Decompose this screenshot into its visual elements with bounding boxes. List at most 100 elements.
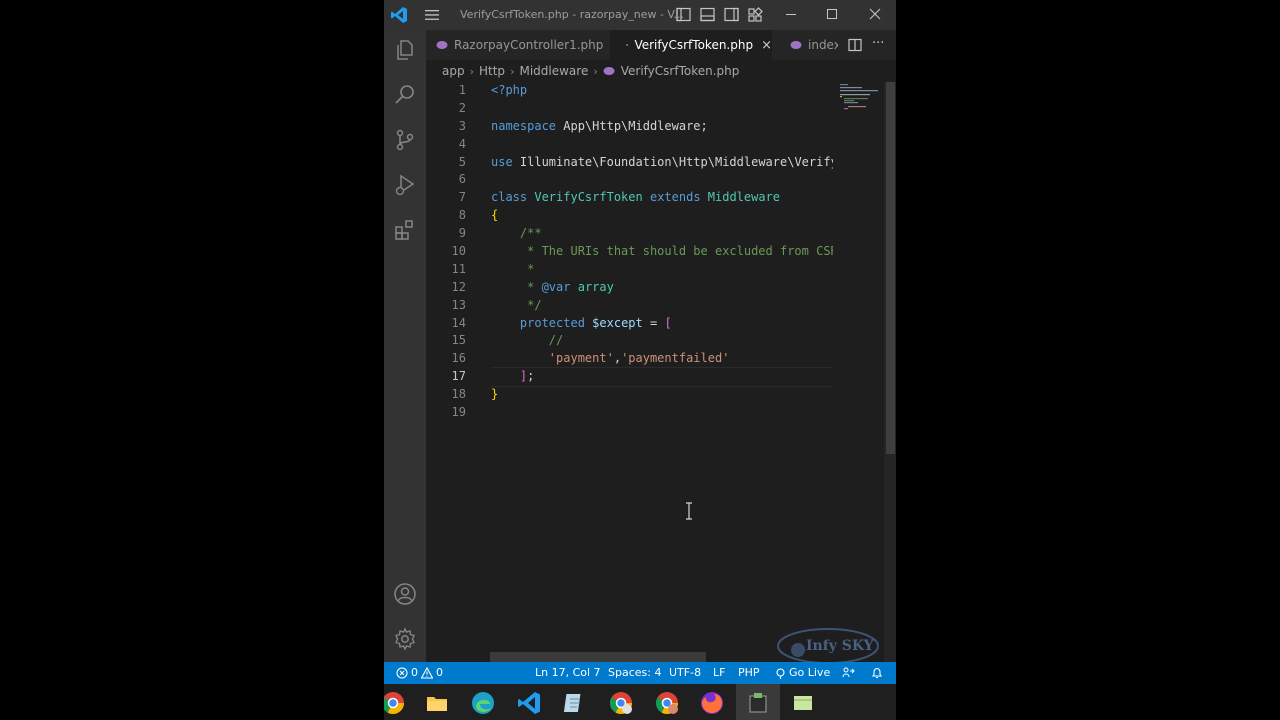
- code-line[interactable]: namespace App\Http\Middleware;: [491, 118, 833, 136]
- watermark-text: Infy SKY: [806, 638, 874, 654]
- line-number: 7: [458, 190, 466, 205]
- line-number: 1: [458, 83, 466, 97]
- split-editor-icon[interactable]: [848, 38, 862, 52]
- line-number: 3: [458, 118, 466, 133]
- watermark-logo: Infy SKY: [776, 627, 880, 662]
- breadcrumb-item[interactable]: Middleware: [519, 64, 588, 78]
- window-title: VerifyCsrfToken.php - razorpay_new - V..…: [460, 8, 685, 21]
- os-taskbar: [384, 684, 896, 720]
- broadcast-icon: [776, 667, 785, 679]
- breadcrumb-item[interactable]: VerifyCsrfToken.php: [621, 64, 740, 78]
- line-number: 15: [451, 333, 466, 348]
- code-line[interactable]: */: [491, 297, 833, 315]
- line-number: 4: [458, 136, 466, 151]
- code-line[interactable]: * The URIs that should be excluded from …: [491, 243, 833, 261]
- cursor-position[interactable]: Ln 17, Col 7: [535, 662, 601, 684]
- tab-razorpaycontroller1[interactable]: RazorpayController1.php: [426, 30, 610, 60]
- file-explorer-icon[interactable]: [424, 690, 450, 716]
- encoding[interactable]: UTF-8: [669, 662, 701, 684]
- feedback-icon[interactable]: [842, 667, 855, 679]
- edge-icon[interactable]: [470, 690, 496, 716]
- horizontal-scrollbar[interactable]: [490, 652, 706, 662]
- line-number: 16: [451, 351, 466, 366]
- line-number-gutter: 1 2 3 4 5 6 7 8 9 10 11 12 13 14 15 16 17 18 19: [426, 82, 478, 422]
- code-line[interactable]: [491, 136, 833, 154]
- chrome-profile-icon[interactable]: [608, 690, 634, 716]
- tab-verifycsrftoken[interactable]: VerifyCsrfToken.php ×: [610, 30, 772, 60]
- run-debug-icon[interactable]: [393, 173, 417, 197]
- vscode-logo-icon: [391, 7, 407, 23]
- end-of-line[interactable]: LF: [713, 662, 725, 684]
- chrome-icon[interactable]: [384, 690, 406, 716]
- vscode-icon[interactable]: [516, 690, 542, 716]
- code-line[interactable]: 'payment','paymentfailed': [491, 350, 833, 368]
- go-live-button[interactable]: Go Live: [775, 662, 830, 684]
- menu-icon[interactable]: [424, 7, 440, 23]
- firefox-icon[interactable]: [699, 690, 725, 716]
- line-number: 2: [458, 100, 466, 115]
- problems-indicator[interactable]: 0 0: [396, 662, 443, 684]
- breadcrumb-item[interactable]: Http: [479, 64, 505, 78]
- code-line[interactable]: <?php: [491, 82, 833, 100]
- code-line[interactable]: [491, 100, 833, 118]
- notifications-bell-icon[interactable]: [871, 667, 883, 679]
- indentation[interactable]: Spaces: 4: [608, 662, 661, 684]
- code-content[interactable]: <?php namespace App\Http\Middleware; use…: [491, 82, 833, 422]
- scrollbar-thumb[interactable]: [886, 82, 895, 454]
- line-number: 5: [458, 154, 466, 169]
- code-line[interactable]: *: [491, 261, 833, 279]
- minimize-icon[interactable]: [784, 7, 798, 21]
- line-number: 19: [451, 405, 466, 420]
- code-line[interactable]: //: [491, 332, 833, 350]
- toggle-sidebar-icon[interactable]: [676, 7, 691, 22]
- breadcrumb-item[interactable]: app: [442, 64, 465, 78]
- line-number: 10: [451, 244, 466, 259]
- line-number: 9: [458, 226, 466, 241]
- minimap[interactable]: [838, 82, 884, 142]
- code-line[interactable]: /**: [491, 225, 833, 243]
- editor-actions: ···: [838, 30, 896, 60]
- customize-layout-icon[interactable]: [748, 7, 763, 22]
- code-line[interactable]: class VerifyCsrfToken extends Middleware: [491, 189, 833, 207]
- keyword-namespace: namespace: [491, 118, 557, 133]
- maximize-icon[interactable]: [825, 7, 839, 21]
- notes-icon[interactable]: [790, 690, 816, 716]
- text-cursor-icon: [686, 502, 692, 520]
- tab-close-button[interactable]: ×: [761, 38, 772, 53]
- close-icon[interactable]: [868, 7, 882, 21]
- terminal-icon[interactable]: [745, 690, 771, 716]
- extensions-icon[interactable]: [393, 218, 417, 242]
- code-line[interactable]: protected $except = [: [491, 315, 833, 333]
- error-icon: [396, 667, 408, 679]
- tab-label: RazorpayController1.php: [454, 38, 604, 52]
- code-line[interactable]: [491, 171, 833, 189]
- line-number: 18: [451, 387, 466, 402]
- source-control-icon[interactable]: [393, 128, 417, 152]
- code-line[interactable]: }: [491, 386, 833, 404]
- php-file-icon: [790, 41, 802, 49]
- line-number: 17: [451, 369, 466, 384]
- line-number: 11: [451, 261, 466, 276]
- toggle-panel-icon[interactable]: [700, 7, 715, 22]
- code-editor[interactable]: 1 2 3 4 5 6 7 8 9 10 11 12 13 14 15 16 17 18 19 <?php name…: [426, 82, 896, 662]
- notepad-icon[interactable]: [561, 690, 587, 716]
- toggle-secondary-sidebar-icon[interactable]: [724, 7, 739, 22]
- warning-icon: [421, 667, 433, 679]
- accounts-icon[interactable]: [393, 582, 417, 606]
- breadcrumb: app › Http › Middleware › VerifyCsrfToke…: [426, 60, 896, 82]
- search-icon[interactable]: [393, 83, 417, 107]
- settings-gear-icon[interactable]: [393, 627, 417, 651]
- chevron-right-icon: ›: [469, 64, 474, 78]
- code-line[interactable]: * @var array: [491, 279, 833, 297]
- chrome-profile-2-icon[interactable]: [654, 690, 680, 716]
- code-line[interactable]: {: [491, 207, 833, 225]
- language-mode[interactable]: PHP: [738, 662, 760, 684]
- explorer-icon[interactable]: [393, 38, 417, 62]
- code-line-current[interactable]: ];: [491, 367, 833, 388]
- code-line[interactable]: [491, 404, 833, 422]
- code-line[interactable]: use Illuminate\Foundation\Http\Middlewar…: [491, 154, 833, 172]
- title-bar: VerifyCsrfToken.php - razorpay_new - V..…: [384, 0, 896, 30]
- vertical-scrollbar[interactable]: [884, 82, 896, 662]
- more-actions-button[interactable]: ···: [872, 36, 884, 51]
- vscode-window: VerifyCsrfToken.php - razorpay_new - V..…: [384, 0, 896, 720]
